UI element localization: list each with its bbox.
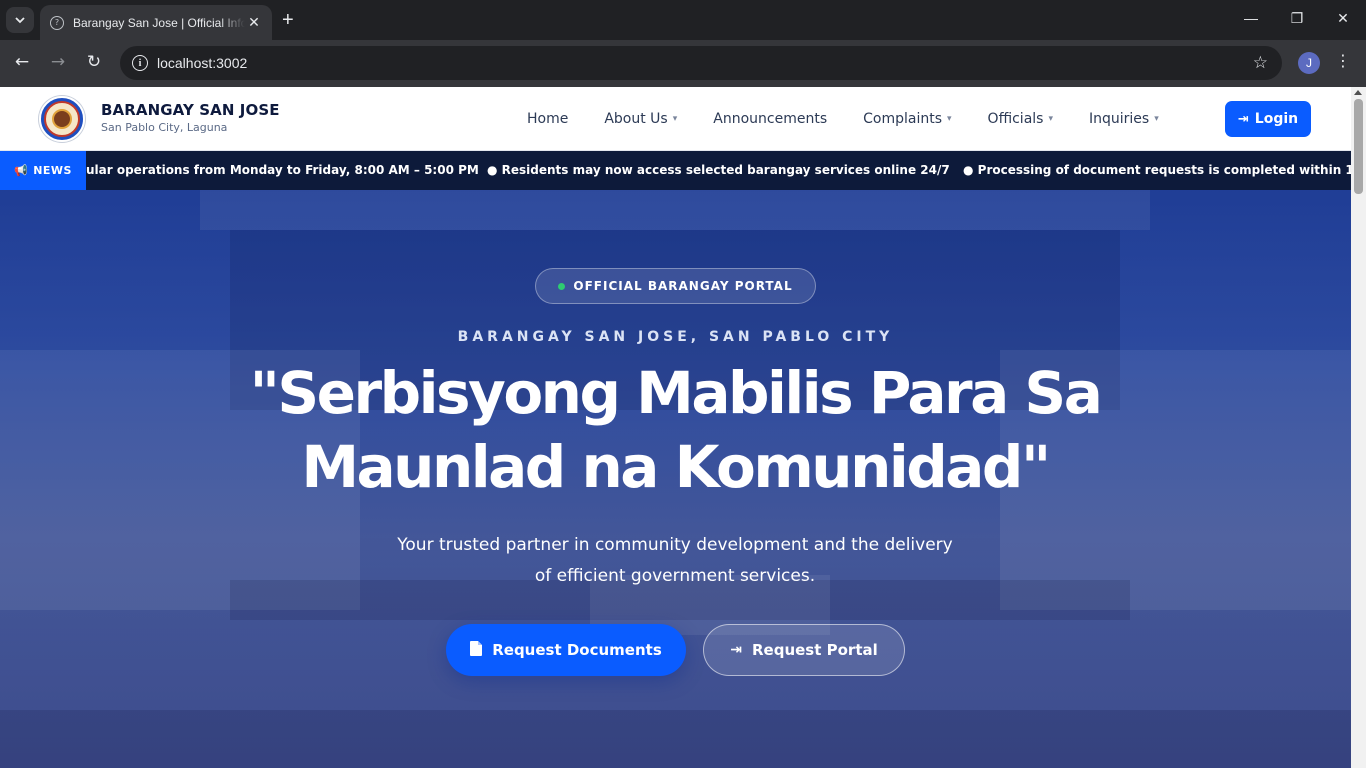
tab-search-button[interactable] <box>6 7 34 33</box>
nav-complaints-label: Complaints <box>863 111 943 127</box>
url-text[interactable]: localhost:3002 <box>157 55 247 71</box>
page-scrollbar[interactable] <box>1351 87 1366 768</box>
arrow-left-icon[interactable]: ← <box>11 52 33 72</box>
news-label-text: NEWS <box>33 164 72 177</box>
news-item: ● Residents may now access selected bara… <box>487 163 950 177</box>
news-item: ● Processing of document requests is com… <box>963 163 1351 177</box>
login-button[interactable]: ⇥ Login <box>1225 101 1311 137</box>
seal-core <box>52 109 72 129</box>
request-portal-button[interactable]: ⇥ Request Portal <box>703 624 905 676</box>
main-navigation: Home About Us ▾ Announcements Complaints… <box>510 87 1195 151</box>
brand-location: San Pablo City, Laguna <box>101 121 228 134</box>
news-ticker: 📢 NEWS ular operations from Monday to Fr… <box>0 151 1351 190</box>
chevron-down-icon: ▾ <box>672 114 678 124</box>
status-dot <box>558 282 566 290</box>
globe-icon: ? <box>50 15 64 30</box>
barangay-seal-logo[interactable] <box>39 96 85 142</box>
reload-icon[interactable]: ↻ <box>83 52 105 72</box>
brand-name[interactable]: BARANGAY SAN JOSE <box>101 101 280 119</box>
hero-subcopy: Your trusted partner in community develo… <box>375 530 975 592</box>
arrow-right-icon[interactable]: → <box>47 52 69 72</box>
login-label: Login <box>1254 111 1299 127</box>
nav-announcements-label: Announcements <box>713 111 828 127</box>
hero-section: OFFICIAL BARANGAY PORTAL BARANGAY SAN JO… <box>0 190 1351 768</box>
scroll-up-arrow-icon[interactable] <box>1354 90 1362 95</box>
request-documents-label: Request Documents <box>492 641 662 659</box>
minimize-icon[interactable]: — <box>1241 10 1261 26</box>
nav-inquiries[interactable]: Inquiries ▾ <box>1089 111 1159 127</box>
chevron-down-icon: ▾ <box>947 114 952 124</box>
hero-bg-fence <box>0 710 1351 768</box>
badge-text: OFFICIAL BARANGAY PORTAL <box>573 279 793 293</box>
news-label: 📢 NEWS <box>0 151 86 190</box>
info-icon[interactable]: i <box>132 55 148 71</box>
page-viewport: BARANGAY SAN JOSE San Pablo City, Laguna… <box>0 87 1351 768</box>
nav-about-us-label: About Us <box>604 111 668 127</box>
news-track: ular operations from Monday to Friday, 8… <box>86 151 1351 190</box>
chevron-down-icon <box>15 16 25 23</box>
tab-title: Barangay San Jose | Official Information… <box>73 15 245 30</box>
nav-home[interactable]: Home <box>527 111 568 127</box>
nav-home-label: Home <box>527 111 569 127</box>
scrollbar-thumb[interactable] <box>1354 99 1363 194</box>
browser-toolbar: ← → ↻ i localhost:3002 ☆ J ⋮ <box>0 40 1366 87</box>
hero-eyebrow: BARANGAY SAN JOSE, SAN PABLO CITY <box>457 329 894 345</box>
nav-complaints[interactable]: Complaints ▾ <box>863 111 951 127</box>
chevron-down-icon: ▾ <box>1048 114 1053 124</box>
more-vert-icon[interactable]: ⋮ <box>1334 51 1352 70</box>
window-close-icon[interactable]: ✕ <box>1333 10 1353 27</box>
headline-line-2: Maunlad na Komunidad" <box>301 433 1051 501</box>
browser-tabstrip: ? Barangay San Jose | Official Informati… <box>0 0 1366 40</box>
hero-bg-roof <box>200 190 1150 230</box>
star-icon[interactable]: ☆ <box>1253 53 1268 73</box>
document-icon <box>470 640 483 660</box>
request-portal-label: Request Portal <box>751 641 878 659</box>
headline-line-1: "Serbisyong Mabilis Para Sa <box>249 359 1103 427</box>
news-item: ular operations from Monday to Friday, 8… <box>86 163 479 177</box>
sign-in-icon: ⇥ <box>1237 111 1249 127</box>
official-portal-badge: OFFICIAL BARANGAY PORTAL <box>535 268 816 304</box>
nav-announcements[interactable]: Announcements <box>713 111 827 127</box>
address-bar[interactable]: i localhost:3002 ☆ <box>120 46 1282 80</box>
subcopy-line-2: of efficient government services. <box>534 566 816 586</box>
site-header: BARANGAY SAN JOSE San Pablo City, Laguna… <box>0 87 1351 151</box>
nav-officials[interactable]: Officials ▾ <box>988 111 1053 127</box>
chevron-down-icon: ▾ <box>1154 114 1159 124</box>
browser-tab-active[interactable]: ? Barangay San Jose | Official Informati… <box>40 5 272 40</box>
nav-officials-label: Officials <box>987 111 1044 127</box>
sign-in-icon: ⇥ <box>730 642 742 658</box>
megaphone-icon: 📢 <box>14 164 29 177</box>
subcopy-line-1: Your trusted partner in community develo… <box>397 535 953 555</box>
seal-inner <box>44 101 80 137</box>
nav-about-us[interactable]: About Us ▾ <box>604 111 677 127</box>
close-icon[interactable]: ✕ <box>246 15 262 31</box>
request-documents-button[interactable]: Request Documents <box>446 624 686 676</box>
plus-icon[interactable]: + <box>282 9 294 31</box>
nav-inquiries-label: Inquiries <box>1088 111 1150 127</box>
hero-headline: "Serbisyong Mabilis Para Sa Maunlad na K… <box>150 356 1200 504</box>
profile-avatar[interactable]: J <box>1298 52 1320 74</box>
restore-icon[interactable]: ❐ <box>1287 10 1307 27</box>
